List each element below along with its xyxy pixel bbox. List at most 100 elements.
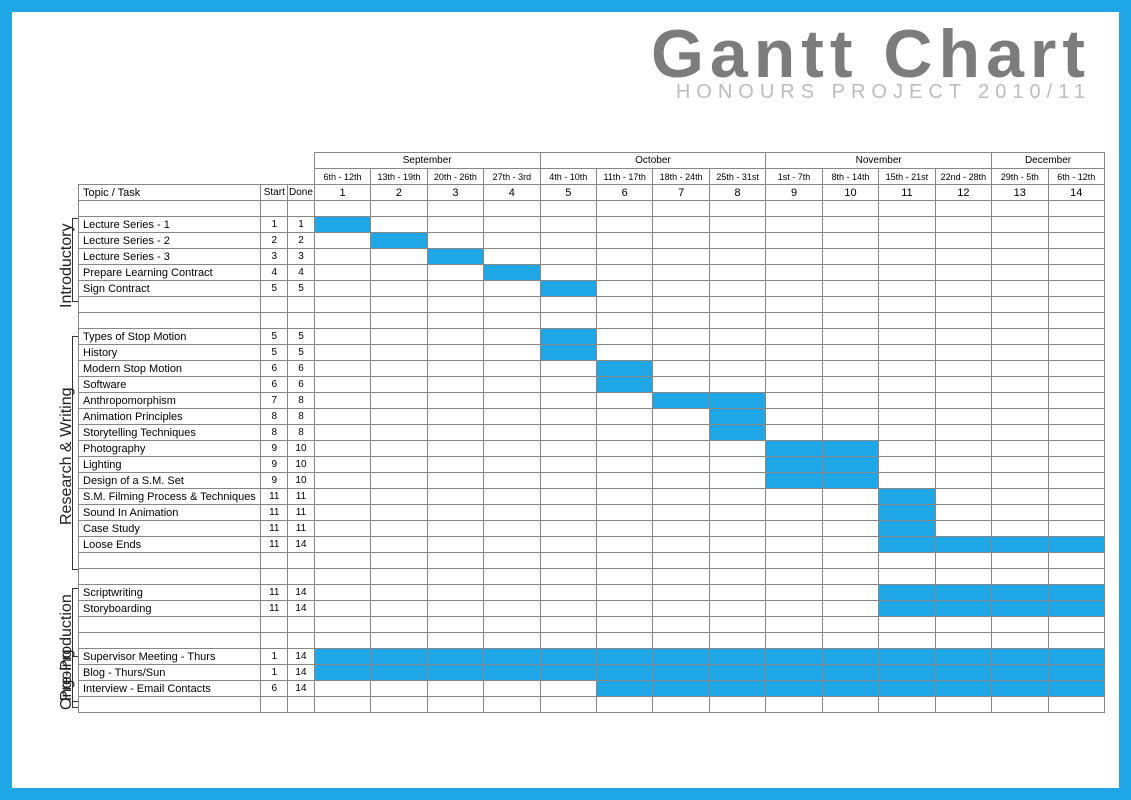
task-row: Loose Ends1114 <box>79 537 1105 553</box>
gantt-bar <box>1049 649 1105 664</box>
task-name: History <box>79 345 261 361</box>
task-name: Design of a S.M. Set <box>79 473 261 489</box>
task-done: 4 <box>288 265 315 281</box>
task-row: Prepare Learning Contract44 <box>79 265 1105 281</box>
month-header: November <box>766 153 992 169</box>
week-number-header: 13 <box>992 185 1048 201</box>
task-name: Case Study <box>79 521 261 537</box>
gantt-bar <box>879 489 934 504</box>
gantt-bar <box>710 665 765 680</box>
task-name: Lighting <box>79 457 261 473</box>
task-start: 9 <box>261 457 288 473</box>
task-row: Lecture Series - 333 <box>79 249 1105 265</box>
task-done: 6 <box>288 377 315 393</box>
gantt-bar <box>936 681 991 696</box>
gantt-table: SeptemberOctoberNovemberDecember6th - 12… <box>78 152 1105 713</box>
task-done: 14 <box>288 537 315 553</box>
task-name: Scriptwriting <box>79 585 261 601</box>
task-row: Supervisor Meeting - Thurs114 <box>79 649 1105 665</box>
task-name: Prepare Learning Contract <box>79 265 261 281</box>
task-name: Storyboarding <box>79 601 261 617</box>
task-start: 3 <box>261 249 288 265</box>
date-range-header: 11th - 17th <box>597 169 653 185</box>
gantt-bar <box>428 249 483 264</box>
gantt-bar <box>766 457 821 472</box>
task-row: Types of Stop Motion55 <box>79 329 1105 345</box>
task-start: 1 <box>261 649 288 665</box>
gantt-bar <box>766 681 821 696</box>
week-number-header: 1 <box>314 185 370 201</box>
gantt-bar <box>1049 665 1105 680</box>
date-range-header: 4th - 10th <box>540 169 596 185</box>
task-done: 11 <box>288 505 315 521</box>
gantt-bar <box>597 665 652 680</box>
gantt-bar <box>597 377 652 392</box>
gantt-bar <box>371 233 426 248</box>
gantt-bar <box>1049 585 1105 600</box>
task-start: 6 <box>261 361 288 377</box>
gantt-bar <box>710 409 765 424</box>
page-subtitle: HONOURS PROJECT 2010/11 <box>651 81 1091 104</box>
week-number-header: 2 <box>371 185 427 201</box>
gantt-bar <box>371 665 426 680</box>
task-name: Anthropomorphism <box>79 393 261 409</box>
week-number-header: 4 <box>484 185 540 201</box>
page-title: Gantt Chart <box>651 22 1091 87</box>
gantt-bar <box>766 473 821 488</box>
gantt-bar <box>484 665 539 680</box>
task-start: 4 <box>261 265 288 281</box>
task-row: Modern Stop Motion66 <box>79 361 1105 377</box>
gantt-bar <box>992 537 1047 552</box>
gantt-bar <box>992 665 1047 680</box>
task-done: 5 <box>288 281 315 297</box>
task-done: 1 <box>288 217 315 233</box>
month-header: December <box>992 153 1105 169</box>
task-name: S.M. Filming Process & Techniques <box>79 489 261 505</box>
task-name: Lecture Series - 3 <box>79 249 261 265</box>
gantt-bar <box>315 649 370 664</box>
date-range-header: 8th - 14th <box>822 169 878 185</box>
week-number-header: 11 <box>879 185 935 201</box>
task-done: 10 <box>288 457 315 473</box>
column-header-start: Start <box>261 185 288 201</box>
week-number-header: 6 <box>597 185 653 201</box>
task-done: 6 <box>288 361 315 377</box>
gantt-bar <box>992 649 1047 664</box>
gantt-bar <box>766 665 821 680</box>
task-row: Software66 <box>79 377 1105 393</box>
gantt-bar <box>823 473 878 488</box>
gantt-bar <box>710 681 765 696</box>
task-start: 1 <box>261 217 288 233</box>
task-name: Animation Principles <box>79 409 261 425</box>
task-start: 11 <box>261 601 288 617</box>
week-number-header: 10 <box>822 185 878 201</box>
task-row: Lighting910 <box>79 457 1105 473</box>
gantt-bar <box>1049 601 1105 616</box>
task-row: Lecture Series - 222 <box>79 233 1105 249</box>
gantt-bar <box>936 601 991 616</box>
task-row: Storyboarding1114 <box>79 601 1105 617</box>
gantt-bar <box>936 585 991 600</box>
column-header-task: Topic / Task <box>79 185 261 201</box>
task-start: 9 <box>261 441 288 457</box>
column-header-done: Done <box>288 185 315 201</box>
task-name: Photography <box>79 441 261 457</box>
gantt-bar <box>879 681 934 696</box>
gantt-bar <box>879 649 934 664</box>
task-done: 8 <box>288 409 315 425</box>
week-number-header: 7 <box>653 185 709 201</box>
gantt-bar <box>597 649 652 664</box>
gantt-bar <box>1049 681 1105 696</box>
gantt-bar <box>597 361 652 376</box>
task-row: Case Study1111 <box>79 521 1105 537</box>
task-done: 14 <box>288 681 315 697</box>
date-range-header: 25th - 31st <box>709 169 765 185</box>
date-range-header: 27th - 3rd <box>484 169 540 185</box>
gantt-bar <box>541 329 596 344</box>
gantt-bar <box>879 537 934 552</box>
task-row: History55 <box>79 345 1105 361</box>
task-done: 10 <box>288 473 315 489</box>
task-done: 11 <box>288 489 315 505</box>
task-name: Blog - Thurs/Sun <box>79 665 261 681</box>
gantt-bar <box>653 649 708 664</box>
